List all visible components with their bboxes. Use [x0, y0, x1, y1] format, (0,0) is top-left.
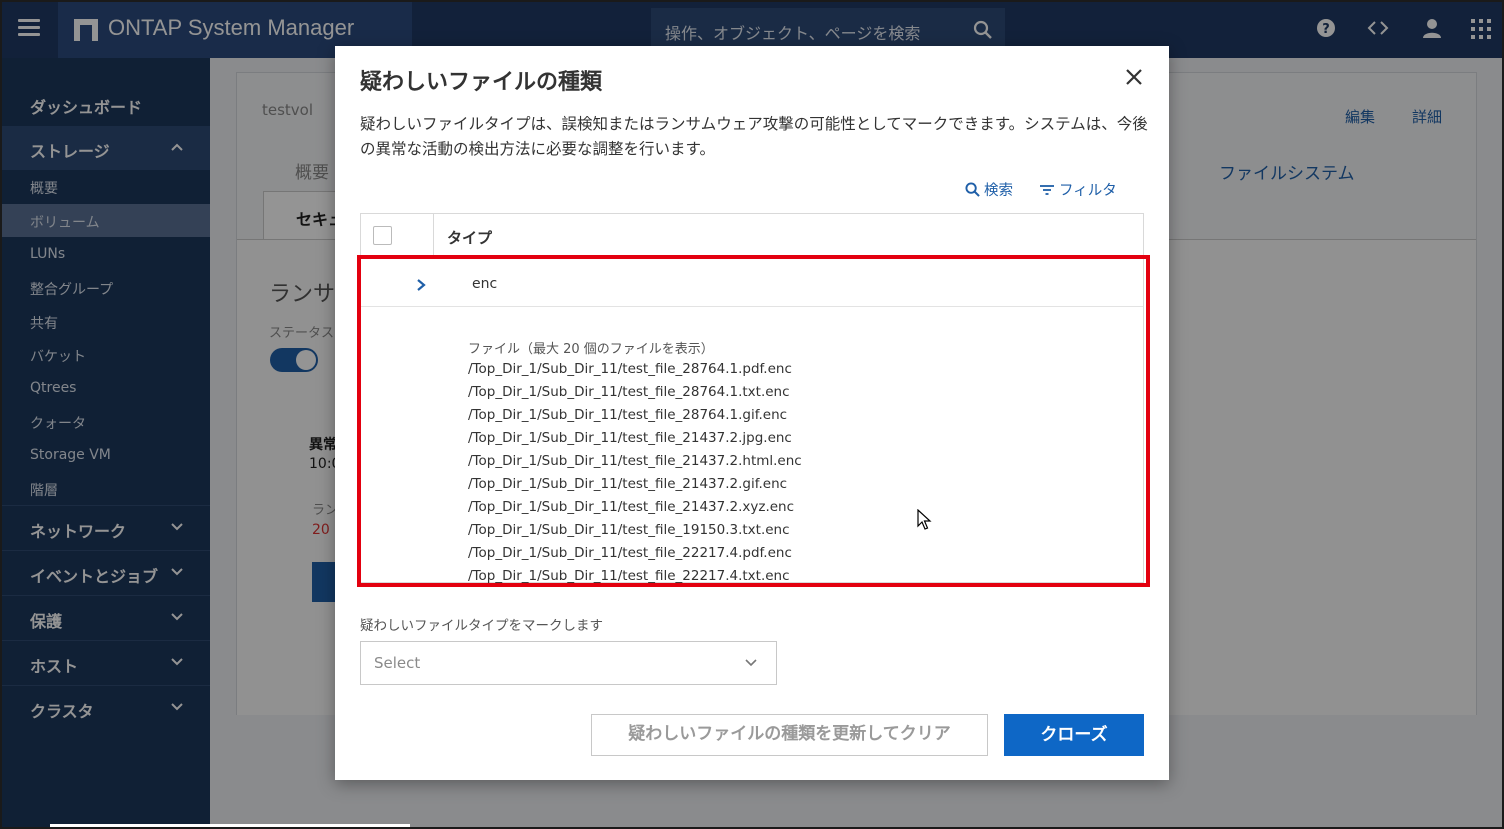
- file-path: /Top_Dir_1/Sub_Dir_11/test_file_21437.2.…: [468, 453, 802, 469]
- update-and-clear-button[interactable]: 疑わしいファイルの種類を更新してクリア: [591, 714, 988, 756]
- chevron-down-icon: [745, 659, 757, 667]
- mouse-cursor-icon: [917, 509, 932, 530]
- close-button[interactable]: クローズ: [1004, 714, 1144, 756]
- file-path: /Top_Dir_1/Sub_Dir_11/test_file_22217.4.…: [468, 545, 792, 561]
- mark-type-label: 疑わしいファイルタイプをマークします: [360, 618, 603, 634]
- file-list: /Top_Dir_1/Sub_Dir_11/test_file_28764.1.…: [468, 358, 802, 588]
- filter-button[interactable]: フィルタ: [1039, 179, 1117, 200]
- dialog-title: 疑わしいファイルの種類: [360, 70, 603, 95]
- chevron-right-icon[interactable]: [416, 278, 426, 292]
- file-type-table: タイプ enc ファイル（最大 20 個のファイルを表示） /Top_Dir_1…: [360, 213, 1144, 584]
- files-header: ファイル（最大 20 個のファイルを表示）: [468, 342, 714, 357]
- suspicious-file-types-dialog: 疑わしいファイルの種類 疑わしいファイルタイプは、誤検知またはランサムウェア攻撃…: [335, 46, 1169, 780]
- dialog-description: 疑わしいファイルタイプは、誤検知またはランサムウェア攻撃の可能性としてマークでき…: [360, 115, 1148, 158]
- mark-type-select[interactable]: Select: [360, 641, 777, 685]
- filter-icon: [1040, 184, 1054, 195]
- table-header: タイプ: [361, 214, 1143, 258]
- file-path: /Top_Dir_1/Sub_Dir_11/test_file_19150.3.…: [468, 522, 790, 538]
- file-path: /Top_Dir_1/Sub_Dir_11/test_file_21437.2.…: [468, 499, 795, 515]
- file-path: /Top_Dir_1/Sub_Dir_11/test_file_28764.1.…: [468, 361, 792, 377]
- close-icon[interactable]: [1125, 68, 1143, 86]
- search-button[interactable]: 検索: [965, 179, 1013, 200]
- filter-label: フィルタ: [1059, 183, 1117, 199]
- file-path: /Top_Dir_1/Sub_Dir_11/test_file_21437.2.…: [468, 430, 792, 446]
- bottom-line: [50, 824, 410, 827]
- file-path: /Top_Dir_1/Sub_Dir_11/test_file_28764.1.…: [468, 384, 790, 400]
- search-label: 検索: [984, 183, 1013, 199]
- search-icon: [965, 182, 980, 197]
- file-path: /Top_Dir_1/Sub_Dir_11/test_file_22217.4.…: [468, 568, 790, 584]
- select-all-checkbox[interactable]: [373, 226, 392, 245]
- file-path: /Top_Dir_1/Sub_Dir_11/test_file_28764.1.…: [468, 407, 788, 423]
- column-divider: [433, 214, 434, 258]
- file-path: /Top_Dir_1/Sub_Dir_11/test_file_21437.2.…: [468, 476, 788, 492]
- row-type-value: enc: [472, 276, 498, 292]
- row-divider: [361, 306, 1143, 307]
- select-placeholder: Select: [374, 654, 421, 672]
- column-header-type[interactable]: タイプ: [447, 227, 492, 248]
